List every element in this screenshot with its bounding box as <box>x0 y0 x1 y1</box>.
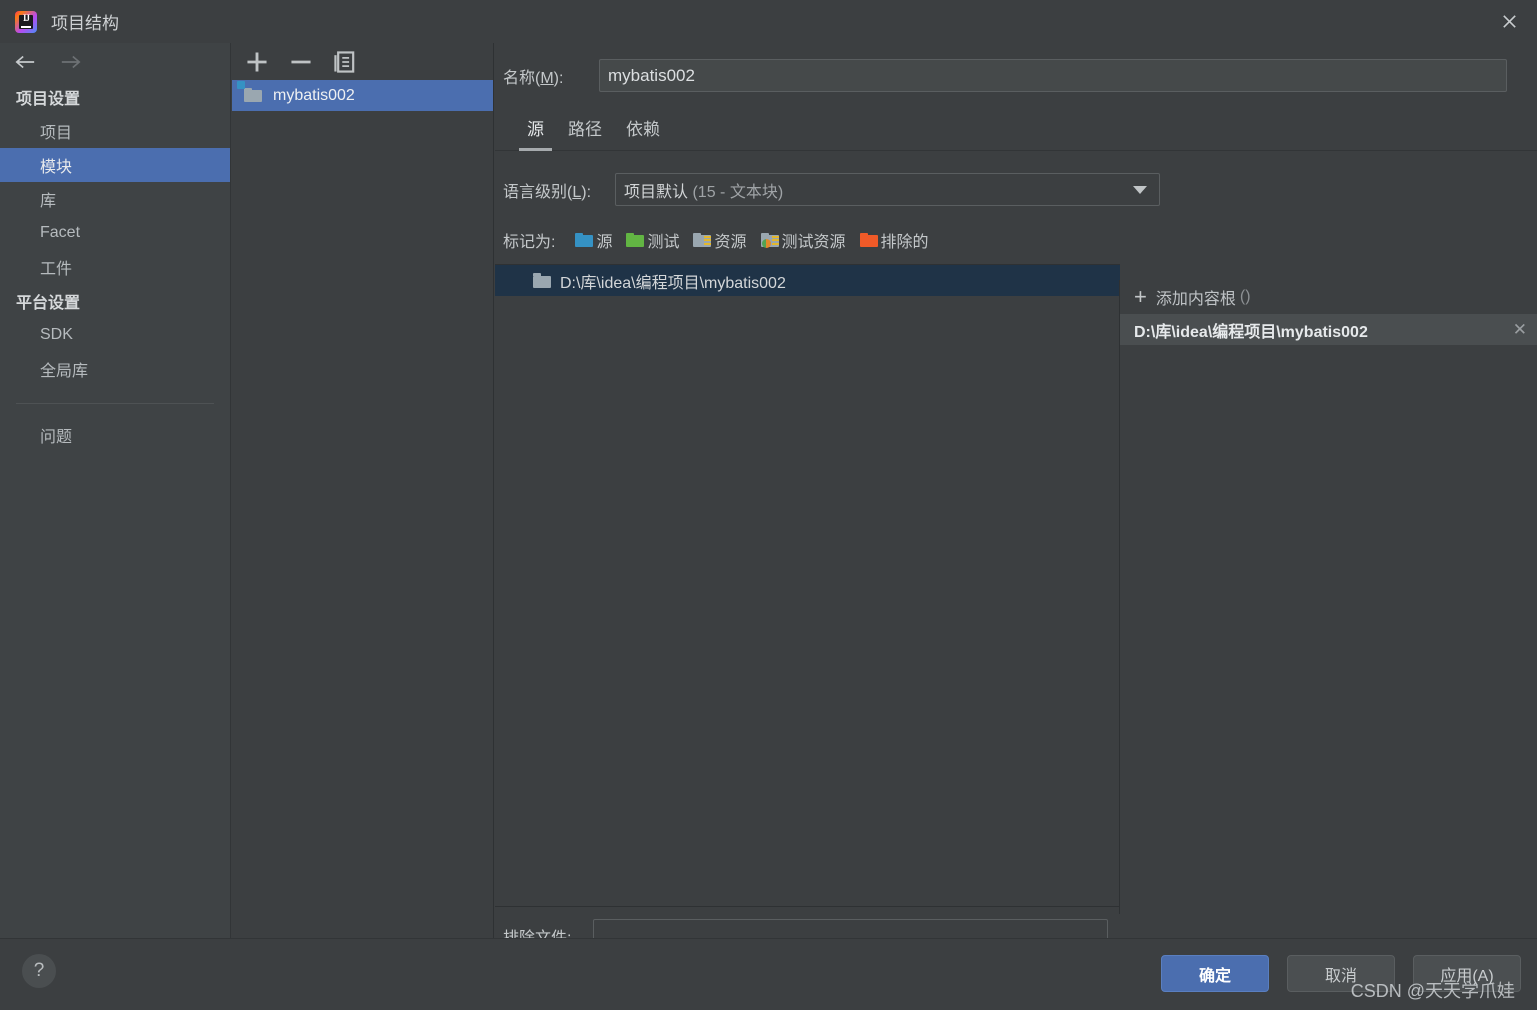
module-name-input[interactable] <box>599 59 1507 92</box>
sidebar-group-project-settings: 项目设置 项目 模块 库 Facet 工件 <box>0 80 230 284</box>
mark-as-tests[interactable]: 测试 <box>626 228 679 252</box>
mark-as-row: 标记为: 源 测试 资源 测试资源 排除的 <box>495 206 1537 252</box>
project-structure-dialog: IJ 项目结构 项目设置 项目 模块 库 Facet 工件 平台设置 SDK 全… <box>0 0 1537 1010</box>
sidebar-item-global-libraries[interactable]: 全局库 <box>0 352 230 386</box>
folder-source-icon <box>575 232 594 248</box>
add-content-root-button[interactable]: + 添加内容根 () <box>1120 280 1537 314</box>
dialog-buttons: 确定 取消 应用(A) <box>1161 955 1521 992</box>
content-root-entry-path: D:\库\idea\编程项目\mybatis002 <box>1134 323 1368 341</box>
content-roots-tree: D:\库\idea\编程项目\mybatis002 <box>495 264 1120 907</box>
folder-test-icon <box>626 232 645 248</box>
content-root-side-panel: + 添加内容根 () D:\库\idea\编程项目\mybatis002 ✕ <box>1119 280 1537 914</box>
table-row[interactable]: D:\库\idea\编程项目\mybatis002 <box>495 265 1120 296</box>
modules-list: mybatis002 <box>232 80 493 111</box>
add-module-button[interactable] <box>242 47 272 77</box>
modules-toolbar <box>232 43 493 80</box>
mark-as-test-resources[interactable]: 测试资源 <box>760 228 846 252</box>
window-title: 项目结构 <box>51 14 119 33</box>
folder-test-resources-icon <box>760 232 779 248</box>
sidebar-item-project[interactable]: 项目 <box>0 114 230 148</box>
sidebar-item-problems[interactable]: 问题 <box>0 418 230 452</box>
copy-module-button[interactable] <box>330 47 360 77</box>
cancel-button[interactable]: 取消 <box>1287 955 1395 992</box>
chevron-down-icon <box>1133 185 1147 194</box>
sidebar-group-label: 项目设置 <box>16 91 81 108</box>
mark-as-option-label: 源 <box>596 234 613 251</box>
module-name-row: 名称(M): <box>495 43 1537 92</box>
mark-as-option-label: 资源 <box>714 234 747 251</box>
content-root-path: D:\库\idea\编程项目\mybatis002 <box>560 274 786 292</box>
close-icon[interactable] <box>1481 0 1537 43</box>
help-icon[interactable]: ? <box>22 954 56 988</box>
title-bar: IJ 项目结构 <box>0 0 1537 43</box>
module-name: mybatis002 <box>273 86 355 104</box>
mark-as-sources[interactable]: 源 <box>575 228 612 252</box>
sidebar: 项目设置 项目 模块 库 Facet 工件 平台设置 SDK 全局库 问题 <box>0 43 231 938</box>
navigation-arrows <box>0 43 230 80</box>
language-level-suffix: (15 - 文本块) <box>692 183 784 201</box>
remove-module-button[interactable] <box>286 47 316 77</box>
plus-icon: + <box>1134 284 1147 309</box>
mark-as-option-label: 测试资源 <box>781 234 846 251</box>
sidebar-item-artifacts[interactable]: 工件 <box>0 250 230 284</box>
ok-button[interactable]: 确定 <box>1161 955 1269 992</box>
add-content-root-shortcut: () <box>1239 288 1251 305</box>
modules-column: mybatis002 <box>232 43 494 938</box>
detail-tabs: 源 路径 依赖 <box>495 108 1537 151</box>
sidebar-item-libraries[interactable]: 库 <box>0 182 230 216</box>
language-level-row: 语言级别(L): 项目默认 (15 - 文本块) <box>495 151 1537 206</box>
list-item[interactable]: mybatis002 <box>232 80 493 111</box>
language-level-value: 项目默认 <box>624 183 689 201</box>
sidebar-item-sdks[interactable]: SDK <box>0 318 230 352</box>
sidebar-group-platform-settings: 平台设置 SDK 全局库 <box>0 284 230 386</box>
sidebar-item-modules[interactable]: 模块 <box>0 148 230 182</box>
add-content-root-label: 添加内容根 <box>1155 291 1236 308</box>
mark-as-excluded[interactable]: 排除的 <box>859 228 929 252</box>
language-level-select[interactable]: 项目默认 (15 - 文本块) <box>615 173 1160 206</box>
mark-as-resources[interactable]: 资源 <box>693 228 747 252</box>
list-item[interactable]: D:\库\idea\编程项目\mybatis002 ✕ <box>1120 314 1537 345</box>
tab-paths[interactable]: 路径 <box>556 115 614 150</box>
sidebar-group-label: 平台设置 <box>16 295 81 312</box>
dialog-footer: ? 确定 取消 应用(A) CSDN @天天学爪娃 <box>0 938 1537 1010</box>
tab-sources[interactable]: 源 <box>515 115 556 151</box>
module-name-label: 名称(M): <box>503 69 564 87</box>
mark-as-option-label: 测试 <box>647 234 680 251</box>
folder-excluded-icon <box>859 232 878 248</box>
sidebar-divider <box>16 403 214 404</box>
folder-resources-icon <box>693 232 712 248</box>
language-level-label: 语言级别(L): <box>503 183 592 201</box>
mark-as-label: 标记为: <box>503 234 556 251</box>
tab-dependencies[interactable]: 依赖 <box>614 115 672 150</box>
module-icon <box>237 80 263 104</box>
apply-button[interactable]: 应用(A) <box>1413 955 1521 992</box>
sidebar-item-facets[interactable]: Facet <box>0 216 230 250</box>
arrow-left-icon[interactable] <box>12 49 38 75</box>
folder-icon <box>533 273 551 288</box>
close-icon[interactable]: ✕ <box>1513 320 1527 340</box>
arrow-right-icon[interactable] <box>58 49 84 75</box>
mark-as-option-label: 排除的 <box>880 234 929 251</box>
intellij-idea-logo-icon: IJ <box>15 10 37 33</box>
